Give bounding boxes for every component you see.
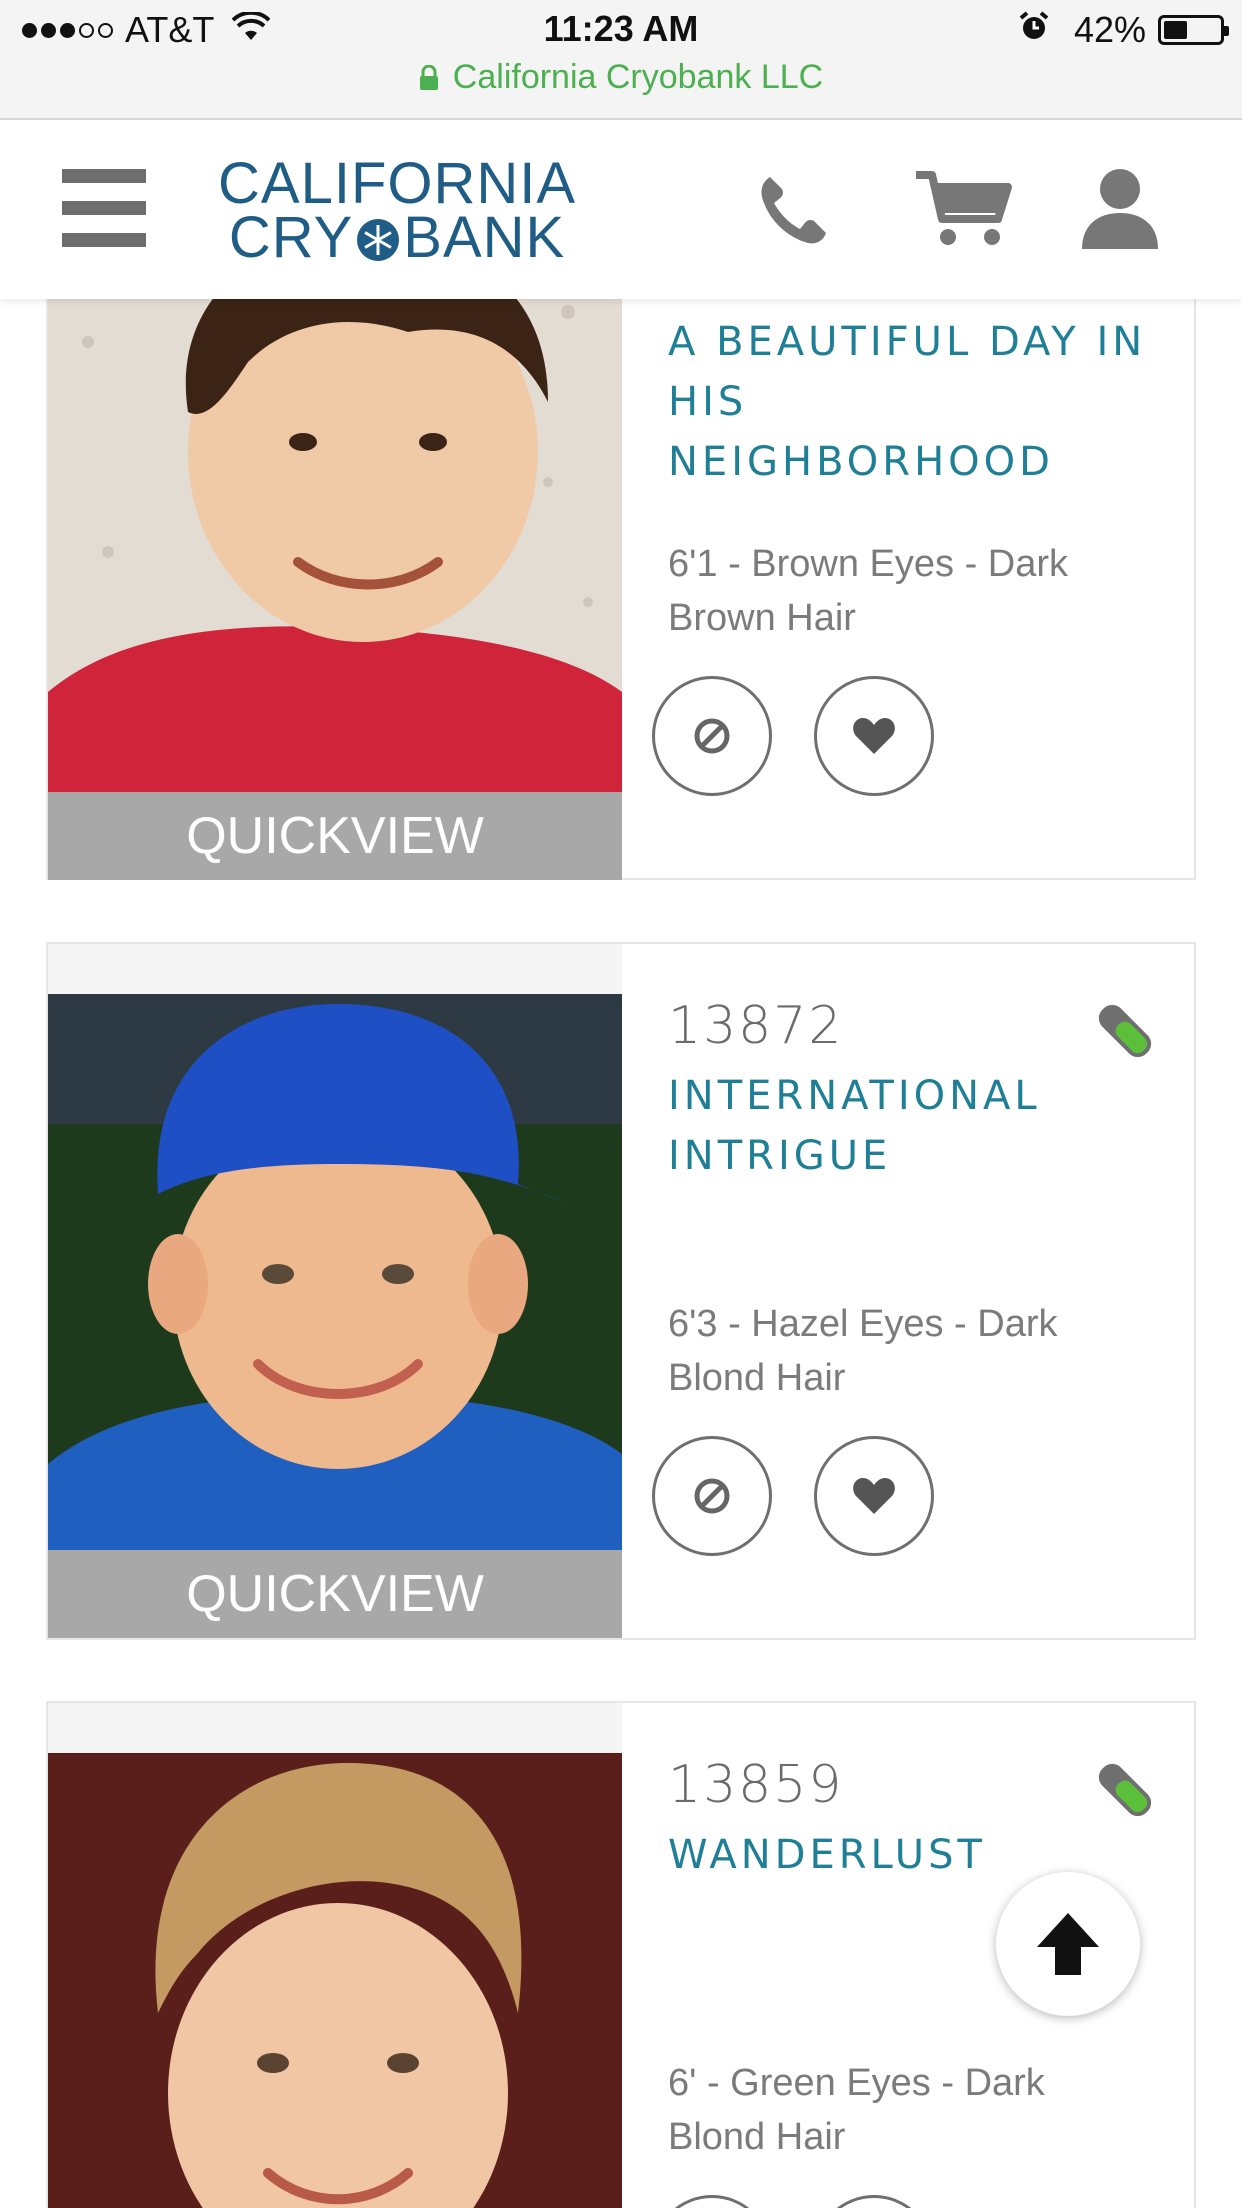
- menu-icon[interactable]: [62, 169, 146, 247]
- donor-title[interactable]: A BEAUTIFUL DAY IN HIS NEIGHBORHOOD: [668, 312, 1148, 492]
- battery-fill: [1164, 21, 1187, 39]
- hide-donor-button[interactable]: [652, 1436, 772, 1556]
- logo-line-2-start: CRY: [228, 205, 354, 270]
- secure-site-label[interactable]: California Cryobank LLC: [0, 58, 1242, 100]
- user-icon[interactable]: [1076, 167, 1164, 251]
- block-icon: [694, 718, 730, 754]
- status-right: 42%: [1018, 8, 1229, 52]
- donor-photo[interactable]: [48, 994, 622, 1550]
- quickview-button[interactable]: QUICKVIEW: [48, 792, 622, 880]
- heart-icon: [853, 718, 895, 754]
- status-bar: AT&T 11:23 AM 42% California Cryobank LL…: [0, 0, 1242, 120]
- battery-percent: 42%: [1073, 9, 1146, 50]
- back-to-top-button[interactable]: [996, 1872, 1140, 2016]
- site-name: California Cryobank LLC: [452, 58, 824, 96]
- hide-donor-button[interactable]: [652, 2195, 772, 2208]
- phone-icon[interactable]: [752, 167, 836, 251]
- logo[interactable]: CALIFORNIA CRY BANK: [218, 151, 577, 267]
- arrow-up-icon: [1037, 1913, 1099, 1975]
- heart-icon: [853, 1478, 895, 1514]
- lock-icon: [419, 61, 439, 100]
- block-icon: [694, 1478, 730, 1514]
- cart-icon[interactable]: [912, 167, 1014, 251]
- donor-id: 13872: [668, 996, 844, 1056]
- donor-description: 6' - Green Eyes - Dark Blond Hair: [668, 2062, 1045, 2158]
- battery-icon: [1158, 15, 1229, 45]
- alarm-icon: [1018, 9, 1050, 51]
- donor-id: 13859: [668, 1755, 844, 1815]
- quickview-button[interactable]: QUICKVIEW: [48, 1550, 622, 1638]
- logo-line-2: CRY BANK: [218, 209, 576, 267]
- vial-icon: [1090, 1755, 1160, 1825]
- vial-icon: [1090, 996, 1160, 1066]
- snowflake-icon: [357, 219, 400, 261]
- donor-description: 6'1 - Brown Eyes - Dark Brown Hair: [668, 543, 1069, 639]
- hide-donor-button[interactable]: [652, 676, 772, 796]
- donor-photo[interactable]: [48, 222, 622, 792]
- donor-card: QUICKVIEW 13872 INTERNATIONAL INTRIGUE 6…: [46, 942, 1196, 1640]
- donor-photo[interactable]: [48, 1753, 622, 2208]
- logo-line-1: CALIFORNIA: [218, 151, 577, 216]
- donor-title[interactable]: INTERNATIONAL INTRIGUE: [668, 1066, 1148, 1186]
- logo-line-2-end: BANK: [403, 205, 566, 270]
- favorite-button[interactable]: [814, 676, 934, 796]
- donor-description: 6'3 - Hazel Eyes - Dark Blond Hair: [668, 1303, 1058, 1399]
- donor-card: QUICKVIEW A BEAUTIFUL DAY IN HIS NEIGHBO…: [46, 220, 1196, 880]
- favorite-button[interactable]: [814, 2195, 934, 2208]
- site-header: CALIFORNIA CRY BANK: [0, 121, 1242, 299]
- favorite-button[interactable]: [814, 1436, 934, 1556]
